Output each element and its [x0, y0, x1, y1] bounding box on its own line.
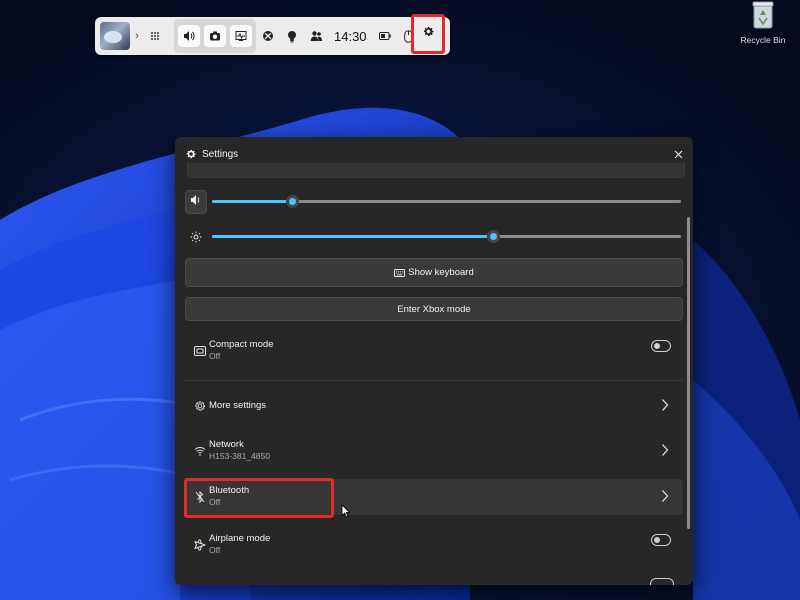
recycle-bin-icon — [752, 0, 774, 29]
close-icon[interactable] — [670, 146, 686, 162]
clock-time: 14:30 — [334, 28, 367, 44]
partial-toggle — [650, 578, 674, 585]
show-keyboard-button[interactable]: Show keyboard — [185, 258, 683, 287]
brightness-thumb[interactable] — [487, 230, 501, 243]
brightness-icon — [188, 229, 204, 245]
gear-icon — [193, 399, 207, 413]
airplane-mode-toggle[interactable] — [651, 534, 671, 546]
enter-xbox-mode-button[interactable]: Enter Xbox mode — [185, 297, 683, 321]
wifi-icon — [193, 444, 207, 458]
settings-button[interactable] — [411, 14, 445, 54]
gear-icon — [185, 148, 197, 160]
recycle-bin[interactable]: Recycle Bin — [738, 0, 788, 50]
network-status: H153-381_4850 — [209, 451, 270, 461]
xbox-mode-label: Enter Xbox mode — [397, 303, 471, 315]
chevron-right-icon — [661, 398, 673, 414]
panel-title: Settings — [202, 148, 239, 160]
more-settings-title: More settings — [209, 400, 267, 411]
volume-slider[interactable] — [212, 195, 681, 208]
airplane-mode-row[interactable]: Airplane mode Off — [185, 527, 683, 563]
compact-mode-status: Off — [209, 351, 221, 361]
chevron-right-icon — [661, 443, 673, 459]
compact-mode-row[interactable]: Compact mode Off — [185, 333, 683, 369]
compact-mode-toggle[interactable] — [651, 340, 671, 352]
widget-grid-icon[interactable] — [144, 31, 166, 41]
xbox-icon[interactable] — [256, 22, 280, 50]
bluetooth-highlight-box — [184, 478, 334, 518]
brightness-slider[interactable] — [212, 230, 681, 243]
show-keyboard-label: Show keyboard — [408, 267, 474, 278]
tips-icon[interactable] — [280, 22, 304, 50]
volume-thumb[interactable] — [285, 195, 299, 208]
more-settings-row[interactable]: More settings — [185, 388, 683, 424]
volume-icon[interactable] — [178, 25, 200, 47]
network-title: Network — [209, 439, 244, 450]
scrolled-item — [187, 163, 685, 178]
volume-mute-button[interactable] — [185, 190, 207, 214]
compact-mode-icon — [193, 344, 207, 358]
recycle-bin-label: Recycle Bin — [740, 35, 786, 45]
airplane-icon — [193, 538, 207, 552]
airplane-mode-status: Off — [209, 545, 221, 555]
app-thumbnail[interactable] — [100, 22, 130, 50]
brightness-fill — [212, 235, 494, 238]
battery-icon — [373, 22, 397, 50]
keyboard-icon — [394, 268, 406, 277]
social-icon[interactable] — [304, 22, 328, 50]
chevron-right-icon — [661, 489, 673, 505]
divider — [185, 380, 683, 381]
widget-group — [174, 19, 256, 53]
volume-icon — [190, 193, 202, 211]
airplane-mode-title: Airplane mode — [209, 533, 271, 544]
camera-icon[interactable] — [204, 25, 226, 47]
game-bar: › 14:30 — [95, 14, 450, 55]
performance-icon[interactable] — [230, 25, 252, 47]
mouse-cursor — [341, 504, 351, 518]
volume-fill — [212, 200, 292, 203]
network-row[interactable]: Network H153-381_4850 — [185, 433, 683, 469]
compact-mode-title: Compact mode — [209, 339, 274, 350]
scrollbar[interactable] — [687, 217, 690, 529]
gear-icon — [422, 25, 435, 43]
expand-chevron[interactable]: › — [130, 30, 144, 42]
